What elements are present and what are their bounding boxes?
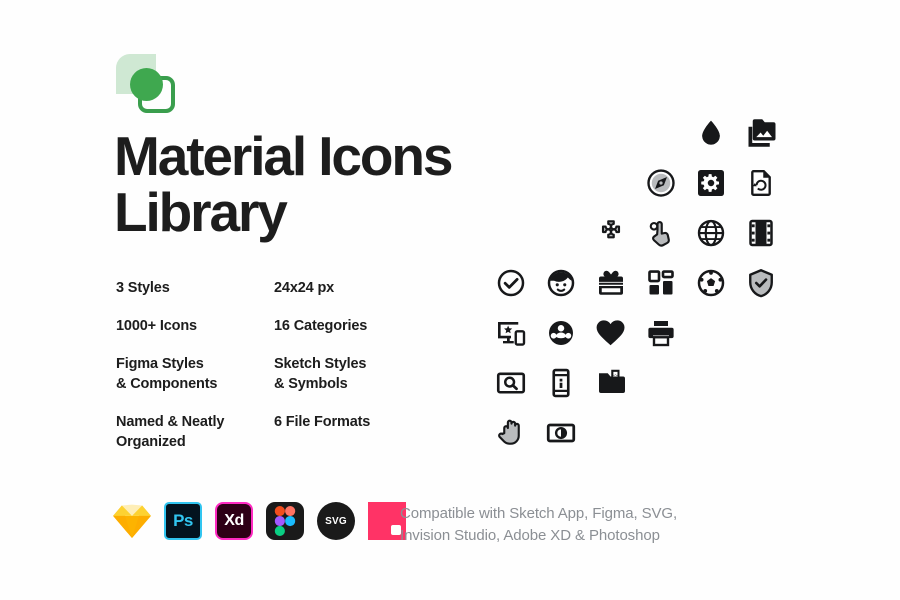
icon-cell-empty: [686, 308, 736, 358]
print-icon: [636, 308, 686, 358]
explore-compass-icon: [636, 158, 686, 208]
icon-cell-empty: [536, 208, 586, 258]
page-title-line-2: Library: [114, 181, 288, 243]
feature-text: Named & Neatly: [116, 414, 225, 430]
feature-text: 6 File Formats: [274, 414, 371, 430]
icon-cell-empty: [636, 358, 686, 408]
feature-item-icon-count: 1000+ Icons: [116, 316, 274, 336]
check-circle-icon: [486, 258, 536, 308]
icon-cell-empty: [586, 108, 636, 158]
feature-text: 16 Categories: [274, 318, 368, 334]
feature-item-categories: 16 Categories: [274, 316, 434, 336]
touch-app-icon: [636, 208, 686, 258]
folder-special-icon: [586, 358, 636, 408]
movie-filmstrip-icon: [736, 208, 786, 258]
perm-device-info-icon: [536, 358, 586, 408]
extension-puzzle-icon: [586, 208, 636, 258]
icon-cell-empty: [486, 208, 536, 258]
icon-cell-empty: [736, 358, 786, 408]
feature-text: 1000+ Icons: [116, 318, 197, 334]
figma-logo: [266, 502, 304, 540]
icon-cell-empty: [586, 408, 636, 458]
feature-item-figma: Figma Styles & Components: [116, 354, 274, 394]
icon-cell-empty: [586, 158, 636, 208]
sketch-logo: [113, 502, 151, 540]
pan-tool-hand-icon: [486, 408, 536, 458]
icon-cell-empty: [486, 158, 536, 208]
icon-cell-empty: [736, 408, 786, 458]
svg-logo: SVG: [317, 502, 355, 540]
sports-soccer-icon: [686, 258, 736, 308]
feature-text: 24x24 px: [274, 280, 335, 296]
icon-cell-empty: [536, 108, 586, 158]
compatibility-line-1: Compatible with Sketch App, Figma, SVG,: [400, 505, 678, 522]
icon-cell-empty: [636, 408, 686, 458]
compatibility-line-2: Invision Studio, Adobe XD & Photoshop: [400, 527, 660, 544]
logo-green-circle: [130, 68, 163, 101]
page-title-line-1: Material Icons: [114, 125, 454, 187]
devices-star-icon: [486, 308, 536, 358]
icon-cell-empty: [536, 158, 586, 208]
card-giftcard-icon: [586, 258, 636, 308]
feature-item-formats: 6 File Formats: [274, 412, 434, 452]
feature-item-sketch: Sketch Styles & Symbols: [274, 354, 434, 394]
brightness-contrast-icon: [536, 408, 586, 458]
image-search-icon: [486, 358, 536, 408]
face-icon: [536, 258, 586, 308]
page-title: Material Icons Library: [114, 128, 534, 240]
photo-library-icon: [736, 108, 786, 158]
group-people-icon: [536, 308, 586, 358]
icon-cell-empty: [486, 108, 536, 158]
icon-preview-grid: [486, 108, 786, 458]
feature-item-styles: 3 Styles: [116, 278, 274, 298]
material-icons-library-logo: [116, 54, 180, 118]
photoshop-logo: Ps: [164, 502, 202, 540]
feature-item-naming: Named & Neatly Organized: [116, 412, 274, 452]
favorite-heart-icon: [586, 308, 636, 358]
icon-cell-empty: [636, 108, 686, 158]
icon-cell-empty: [736, 308, 786, 358]
feature-text: 3 Styles: [116, 280, 170, 296]
icon-cell-empty: [686, 408, 736, 458]
feature-text: Sketch Styles: [274, 356, 367, 372]
adobe-xd-logo: Xd: [215, 502, 253, 540]
icon-cell-empty: [686, 358, 736, 408]
compatible-app-logos: Ps Xd SVG: [113, 502, 406, 540]
poster-canvas: Material Icons Library 3 Styles 24x24 px…: [0, 0, 900, 600]
restore-page-icon: [736, 158, 786, 208]
verified-user-icon: [736, 258, 786, 308]
feature-text: & Components: [116, 376, 218, 392]
feature-item-size: 24x24 px: [274, 278, 434, 298]
opacity-icon: [686, 108, 736, 158]
feature-list: 3 Styles 24x24 px 1000+ Icons 16 Categor…: [116, 278, 416, 452]
feature-text: Figma Styles: [116, 356, 204, 372]
compatibility-text: Compatible with Sketch App, Figma, SVG, …: [400, 503, 740, 547]
language-globe-icon: [686, 208, 736, 258]
dashboard-icon: [636, 258, 686, 308]
feature-text: & Symbols: [274, 376, 348, 392]
settings-gear-icon: [686, 158, 736, 208]
feature-text: Organized: [116, 434, 186, 450]
